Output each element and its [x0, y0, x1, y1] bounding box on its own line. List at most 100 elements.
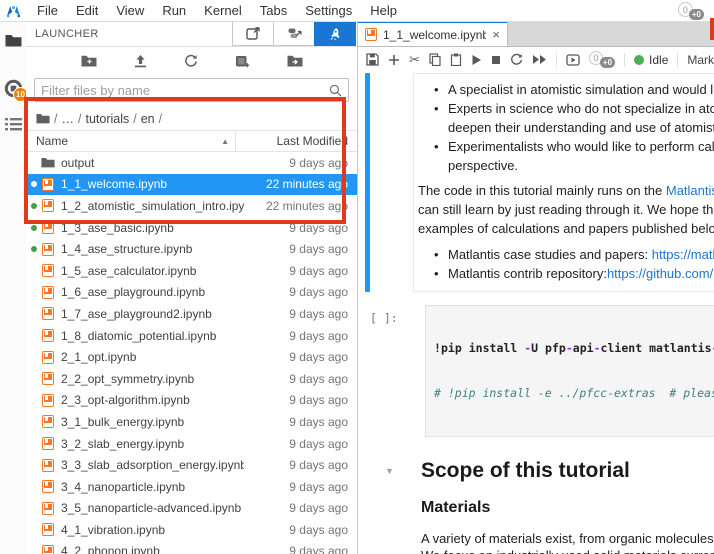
file-name: 3_1_bulk_energy.ipynb	[61, 415, 244, 429]
add-cell-icon[interactable]	[388, 54, 400, 66]
breadcrumb-segment[interactable]: tutorials	[85, 112, 129, 126]
folder-move-icon[interactable]	[287, 55, 303, 67]
rocket-launcher-button[interactable]	[314, 21, 356, 46]
file-modified: 9 days ago	[244, 458, 357, 472]
paste-cell-icon[interactable]	[450, 53, 462, 66]
menu-item-kernel[interactable]: Kernel	[195, 0, 251, 21]
menu-item-settings[interactable]: Settings	[296, 0, 361, 21]
interrupt-kernel-icon[interactable]	[491, 55, 501, 65]
cut-cell-icon[interactable]: ✂	[409, 52, 420, 68]
file-modified: 22 minutes ago	[244, 177, 357, 191]
file-row[interactable]: 3_2_slab_energy.ipynb9 days ago	[26, 433, 357, 455]
notebook-file-icon	[40, 286, 55, 299]
markdown-line: A specialist in atomistic simulation and…	[414, 80, 714, 99]
copy-cell-icon[interactable]	[429, 53, 441, 66]
file-name: 1_5_ase_calculator.ipynb	[61, 264, 244, 278]
markdown-cell-2[interactable]: ▼ Scope of this tutorial Materials A var…	[358, 459, 714, 554]
markdown-cell-1[interactable]: A specialist in atomistic simulation and…	[358, 73, 714, 292]
file-row[interactable]: 2_1_opt.ipynb9 days ago	[26, 346, 357, 368]
file-row[interactable]: 3_1_bulk_energy.ipynb9 days ago	[26, 411, 357, 433]
file-row[interactable]: 2_2_opt_symmetry.ipynb9 days ago	[26, 368, 357, 390]
notification-badge[interactable]: 0 +0	[678, 2, 704, 20]
menu-item-tabs[interactable]: Tabs	[251, 0, 296, 21]
column-header-name[interactable]: Name ▲	[26, 134, 235, 148]
file-row[interactable]: 3_5_nanoparticle-advanced.ipynb9 days ag…	[26, 498, 357, 520]
menu-item-run[interactable]: Run	[153, 0, 195, 21]
kernel-status[interactable]: Idle	[634, 53, 668, 67]
column-header-modified[interactable]: Last Modified	[235, 131, 357, 151]
notebook-tab-title: 1_1_welcome.ipynb	[383, 28, 486, 42]
file-row[interactable]: 1_5_ase_calculator.ipynb9 days ago	[26, 260, 357, 282]
open-console-button[interactable]	[273, 21, 315, 46]
upload-icon[interactable]	[134, 55, 147, 68]
execution-count-badge: 0 +0	[589, 51, 615, 68]
folder-icon	[40, 157, 55, 168]
cell-type-dropdown[interactable]: Markdown	[687, 53, 714, 67]
run-preview-icon[interactable]	[566, 54, 580, 66]
section-heading: Scope of this tutorial	[421, 459, 714, 483]
breadcrumb-separator: /	[54, 112, 57, 126]
kernel-idle-icon	[634, 55, 644, 65]
markdown-line: Matlantis contrib repository:https://git…	[414, 264, 714, 283]
table-of-contents-icon[interactable]	[2, 113, 24, 135]
file-row[interactable]: 1_4_ase_structure.ipynb9 days ago	[26, 238, 357, 260]
file-modified: 9 days ago	[244, 501, 357, 515]
restart-run-all-icon[interactable]	[532, 54, 547, 65]
code-cell[interactable]: [ ]: !pip install -U pfp-api-client matl…	[358, 305, 714, 437]
menu-item-file[interactable]: File	[28, 0, 67, 21]
file-name: 1_3_ase_basic.ipynb	[61, 221, 244, 235]
refresh-icon[interactable]	[184, 54, 198, 68]
breadcrumb-segment[interactable]: en	[141, 112, 155, 126]
file-row[interactable]: 1_7_ase_playground2.ipynb9 days ago	[26, 303, 357, 325]
open-notebook-button[interactable]	[232, 21, 274, 46]
file-row[interactable]: 1_3_ase_basic.ipynb9 days ago	[26, 217, 357, 239]
file-row[interactable]: 2_3_opt-algorithm.ipynb9 days ago	[26, 390, 357, 412]
new-folder-icon[interactable]	[81, 55, 97, 67]
file-row[interactable]: 4_2_phonon.ipynb9 days ago	[26, 541, 357, 554]
notebook-tab[interactable]: 1_1_welcome.ipynb ×	[358, 21, 508, 46]
file-row[interactable]: 1_2_atomistic_simulation_intro.ipynb22 m…	[26, 195, 357, 217]
launcher-buttons	[233, 21, 356, 46]
file-name: 1_2_atomistic_simulation_intro.ipynb	[61, 199, 244, 213]
launcher-tab-label[interactable]: LAUNCHER	[26, 28, 99, 40]
markdown-link[interactable]: https://matlantis.com/	[652, 247, 714, 262]
notebook-file-icon	[40, 329, 55, 342]
save-icon[interactable]	[366, 53, 379, 66]
file-browser-icon[interactable]	[2, 29, 24, 51]
code-editor[interactable]: !pip install -U pfp-api-client matlantis…	[425, 305, 714, 437]
file-row[interactable]: 1_1_welcome.ipynb22 minutes ago	[26, 174, 357, 196]
new-launcher-icon[interactable]	[235, 55, 250, 68]
run-cell-icon[interactable]	[471, 54, 482, 66]
file-modified: 9 days ago	[244, 393, 357, 407]
file-row[interactable]: 1_6_ase_playground.ipynb9 days ago	[26, 282, 357, 304]
menu-item-help[interactable]: Help	[361, 0, 406, 21]
markdown-line: The code in this tutorial mainly runs on…	[414, 181, 714, 200]
file-name: 2_2_opt_symmetry.ipynb	[61, 372, 244, 386]
menu-item-edit[interactable]: Edit	[67, 0, 107, 21]
filter-files-box	[34, 78, 349, 102]
running-kernels-icon[interactable]: 10	[2, 77, 24, 99]
file-name: 2_1_opt.ipynb	[61, 350, 244, 364]
file-row[interactable]: 3_4_nanoparticle.ipynb9 days ago	[26, 476, 357, 498]
notebook-file-icon	[40, 243, 55, 256]
collapse-heading-icon[interactable]: ▼	[385, 466, 394, 476]
menu-item-view[interactable]: View	[107, 0, 153, 21]
file-modified: 9 days ago	[244, 242, 357, 256]
file-name: 1_7_ase_playground2.ipynb	[61, 307, 244, 321]
markdown-link[interactable]: https://github.com/matlantis-	[607, 266, 714, 281]
tab-close-icon[interactable]: ×	[492, 28, 500, 41]
markdown-link[interactable]: Matlantis	[666, 183, 714, 198]
file-row[interactable]: 3_3_slab_adsorption_energy.ipynb9 days a…	[26, 454, 357, 476]
file-list-header: Name ▲ Last Modified	[26, 131, 357, 152]
restart-kernel-icon[interactable]	[510, 53, 523, 66]
home-folder-icon[interactable]	[36, 112, 50, 126]
file-row[interactable]: 4_1_vibration.ipynb9 days ago	[26, 519, 357, 541]
file-row[interactable]: output9 days ago	[26, 152, 357, 174]
markdown-line: examples of calculations and papers publ…	[414, 219, 714, 238]
breadcrumb-segment[interactable]: …	[61, 112, 74, 126]
launcher-tab-row: LAUNCHER	[26, 21, 357, 47]
cell-gutter	[358, 73, 413, 292]
filter-files-input[interactable]	[35, 83, 329, 98]
input-prompt: [ ]:	[358, 305, 425, 437]
file-row[interactable]: 1_8_diatomic_potential.ipynb9 days ago	[26, 325, 357, 347]
